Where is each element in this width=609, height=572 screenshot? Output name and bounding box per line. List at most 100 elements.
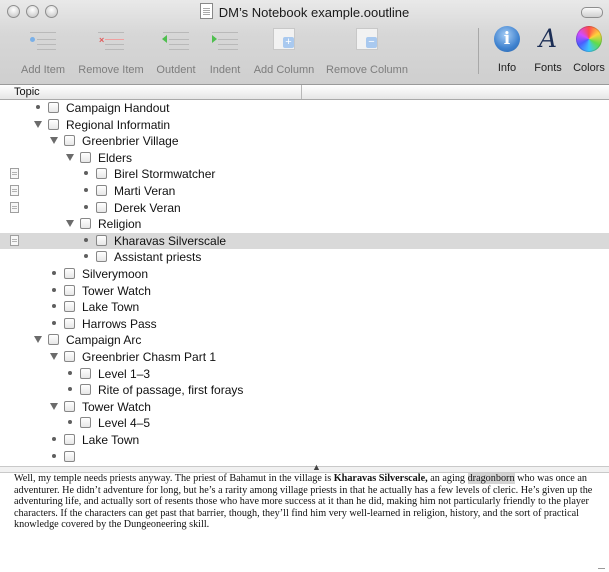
- title-area: DM’s Notebook example.ooutline: [0, 3, 609, 21]
- item-checkbox[interactable]: [64, 317, 75, 329]
- add-column-label: Add Column: [253, 64, 315, 76]
- outline-row[interactable]: Religion: [0, 216, 609, 232]
- outline-row-label: Regional Informatin: [66, 117, 171, 132]
- disclosure-triangle-icon[interactable]: [50, 137, 58, 145]
- split-view-divider[interactable]: [0, 466, 609, 473]
- item-checkbox[interactable]: [96, 234, 107, 246]
- fonts-icon: A: [538, 24, 558, 53]
- outline-row[interactable]: Level 1–3: [0, 366, 609, 382]
- outline-view[interactable]: Campaign Handout Regional Informatin Green…: [0, 100, 609, 466]
- item-checkbox[interactable]: [64, 434, 75, 445]
- add-item-button[interactable]: Add Item: [14, 26, 72, 76]
- outline-row[interactable]: Assistant priests: [0, 249, 609, 265]
- add-item-label: Add Item: [20, 64, 66, 76]
- outline-row[interactable]: Tower Watch: [0, 399, 609, 415]
- colors-button[interactable]: Colors: [570, 26, 608, 74]
- item-checkbox[interactable]: [64, 268, 75, 279]
- outline-row[interactable]: Silverymoon: [0, 266, 609, 282]
- outline-row[interactable]: Level 4–5: [0, 415, 609, 431]
- disclosure-triangle-icon[interactable]: [50, 353, 58, 360]
- disclosure-triangle-icon[interactable]: [34, 336, 42, 344]
- item-checkbox[interactable]: [64, 450, 75, 462]
- info-icon: i: [494, 26, 520, 52]
- outline-row[interactable]: Birel Stormwatcher: [0, 166, 609, 182]
- topic-column-label: Topic: [14, 86, 40, 98]
- outline-row-label: Lake Town: [82, 433, 140, 447]
- outline-row[interactable]: Tower Watch: [0, 283, 609, 299]
- bullet-icon: [84, 254, 88, 259]
- outline-row[interactable]: Greenbrier Village: [0, 133, 609, 149]
- item-checkbox[interactable]: [64, 135, 75, 147]
- note-icon[interactable]: [10, 168, 19, 180]
- item-checkbox[interactable]: [64, 301, 75, 313]
- item-checkbox[interactable]: [80, 417, 91, 429]
- disclosure-triangle-icon[interactable]: [50, 402, 58, 410]
- outline-row[interactable]: Harrows Pass: [0, 316, 609, 332]
- bullet-icon: [84, 188, 88, 192]
- item-checkbox[interactable]: [80, 367, 91, 379]
- outline-row[interactable]: Marti Veran: [0, 183, 609, 199]
- outline-row[interactable]: [0, 449, 609, 465]
- item-checkbox[interactable]: [48, 102, 59, 113]
- item-checkbox[interactable]: [48, 334, 59, 346]
- colors-label: Colors: [573, 62, 605, 74]
- note-icon[interactable]: [10, 201, 19, 213]
- outline-row[interactable]: Lake Town: [0, 299, 609, 315]
- topic-column-header[interactable]: Topic: [0, 85, 302, 99]
- outline-row[interactable]: Rite of passage, first forays: [0, 382, 609, 398]
- item-checkbox[interactable]: [64, 284, 75, 296]
- fonts-button[interactable]: A Fonts: [531, 24, 565, 75]
- outline-row-label: Elders: [98, 150, 133, 165]
- outline-row[interactable]: Lake Town: [0, 432, 609, 448]
- info-label: Info: [497, 62, 517, 74]
- outline-row-label: Marti Veran: [114, 184, 176, 198]
- outline-row-label: Greenbrier Chasm Part 1: [82, 350, 217, 364]
- note-text-area[interactable]: Well, my temple needs priests anyway. Th…: [14, 473, 596, 565]
- remove-item-button[interactable]: × Remove Item: [76, 26, 146, 76]
- item-checkbox[interactable]: [96, 185, 107, 196]
- bullet-icon: [52, 453, 56, 458]
- window-title: DM’s Notebook example.ooutline: [218, 5, 410, 20]
- disclosure-triangle-icon[interactable]: [66, 220, 74, 228]
- outline-row-label: Silverymoon: [82, 267, 149, 281]
- item-checkbox[interactable]: [64, 351, 75, 362]
- outline-row[interactable]: Kharavas Silverscale: [0, 232, 609, 249]
- item-checkbox[interactable]: [48, 118, 59, 130]
- note-icon[interactable]: [10, 185, 19, 196]
- bullet-icon: [84, 171, 88, 176]
- item-checkbox[interactable]: [80, 384, 91, 396]
- add-column-button[interactable]: + Add Column: [249, 26, 319, 76]
- toolbar: DM’s Notebook example.ooutline Add Item …: [0, 0, 609, 85]
- outline-row-label: Derek Veran: [114, 200, 181, 215]
- indent-label: Indent: [209, 64, 241, 76]
- outline-row-label: Tower Watch: [82, 399, 151, 414]
- disclosure-triangle-icon[interactable]: [34, 120, 42, 128]
- item-checkbox[interactable]: [80, 218, 91, 230]
- indent-button[interactable]: Indent: [203, 26, 247, 76]
- info-button[interactable]: i Info: [490, 26, 524, 74]
- item-checkbox[interactable]: [64, 400, 75, 412]
- fonts-label: Fonts: [534, 62, 562, 74]
- resize-grip-icon[interactable]: [598, 568, 605, 569]
- item-checkbox[interactable]: [96, 201, 107, 213]
- outline-row-label: Harrows Pass: [82, 316, 157, 331]
- item-checkbox[interactable]: [96, 168, 107, 180]
- outline-row[interactable]: Campaign Handout: [0, 100, 609, 116]
- outline-row[interactable]: Greenbrier Chasm Part 1: [0, 349, 609, 365]
- outline-row-label: Kharavas Silverscale: [114, 233, 227, 248]
- outline-row[interactable]: Regional Informatin: [0, 117, 609, 133]
- bullet-icon: [52, 304, 56, 309]
- outdent-button[interactable]: Outdent: [151, 26, 201, 76]
- item-checkbox[interactable]: [96, 251, 107, 263]
- bullet-icon: [68, 387, 72, 392]
- note-icon[interactable]: [10, 234, 19, 246]
- disclosure-triangle-icon[interactable]: [66, 153, 74, 161]
- remove-item-label: Remove Item: [78, 64, 144, 76]
- outline-row[interactable]: Campaign Arc: [0, 332, 609, 348]
- indent-icon: [210, 26, 240, 52]
- outline-row[interactable]: Elders: [0, 150, 609, 166]
- outline-row[interactable]: Derek Veran: [0, 200, 609, 216]
- outline-row-label: Birel Stormwatcher: [114, 167, 216, 182]
- item-checkbox[interactable]: [80, 151, 91, 163]
- remove-column-button[interactable]: − Remove Column: [323, 26, 411, 76]
